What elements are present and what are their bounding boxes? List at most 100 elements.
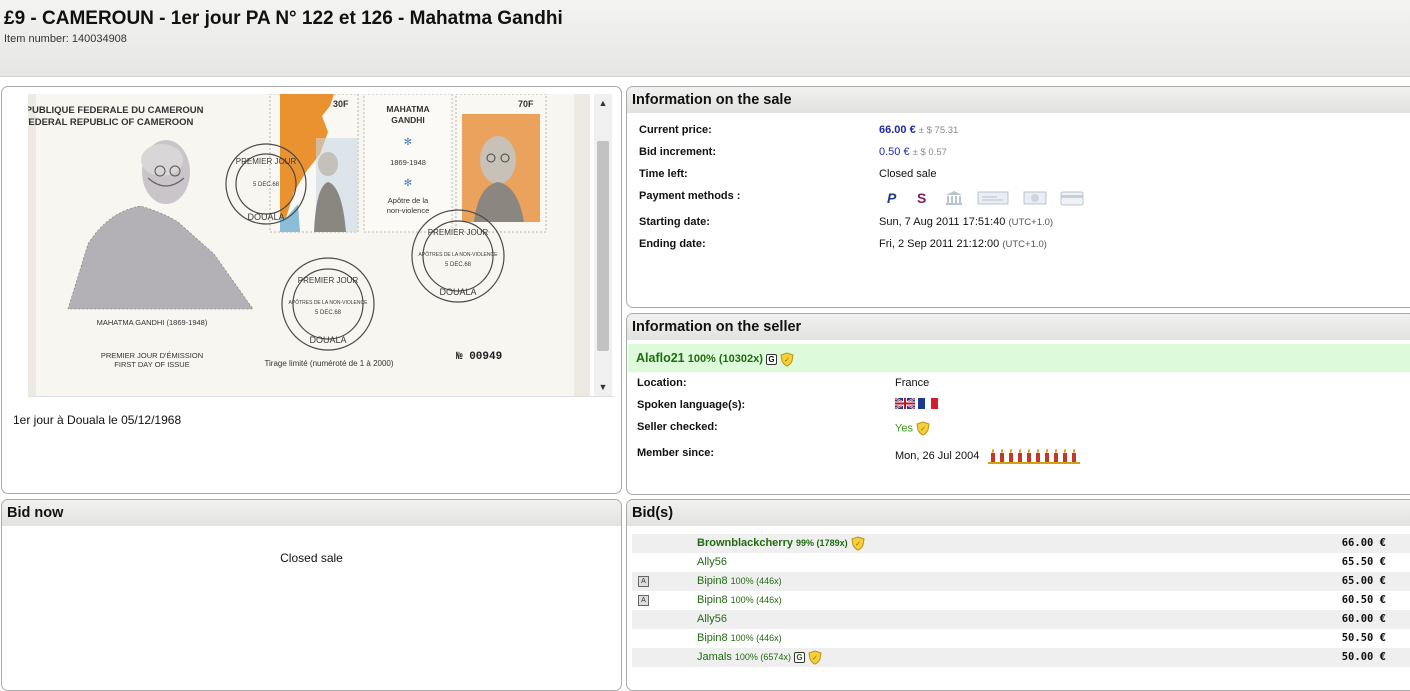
bidder-link[interactable]: Ally56 [697,610,727,629]
ending-date: Fri, 2 Sep 2011 21:12:00 [879,238,1000,250]
languages-label: Spoken language(s): [637,399,746,411]
svg-text:PREMIER JOUR: PREMIER JOUR [236,157,297,166]
bids-panel: Bid(s) Brownblackcherry 99% (1789x) ✓ 66.… [626,499,1410,691]
bid-amount: 50.00 € [1341,651,1386,663]
auto-bid-icon: A [638,576,649,587]
bid-row: Ally56 65.50 € [632,553,1410,572]
bid-row: A Bipin8 100% (446x) 65.00 € [632,572,1410,591]
bidder-rating: 99% (1789x) [796,538,848,548]
bid-row: Brownblackcherry 99% (1789x) ✓ 66.00 € [632,534,1410,553]
bidder-name[interactable]: Bipin8 [697,594,728,606]
closed-sale-message: Closed sale [280,551,343,565]
g-badge-icon: G [794,651,806,663]
location-label: Location: [637,377,687,389]
shield-icon: ✓ [808,650,822,665]
scan-serial: № 00949 [456,351,502,363]
bidder-name[interactable]: Jamals [697,651,732,663]
first-day-cover-image[interactable]: RÉPUBLIQUE FEDERALE DU CAMEROUN FEDERAL … [28,94,590,396]
bidder-link[interactable]: Brownblackcherry 99% (1789x) ✓ [697,534,865,553]
bidder-name[interactable]: Brownblackcherry [697,537,793,549]
bid-amount: 50.50 € [1341,632,1386,644]
stamp-right-value: 70F [518,99,534,109]
svg-text:✓: ✓ [784,356,790,364]
current-price: 66.00 € [879,124,916,136]
sale-info-title: Information on the sale [627,87,1410,113]
bid-row: Ally56 60.00 € [632,610,1410,629]
scan-middle-motto-2: non-violence [387,206,430,215]
scroll-thumb[interactable] [597,141,609,351]
starting-date-tz: (UTC+1.0) [1008,217,1054,228]
bidder-name[interactable]: Ally56 [697,556,727,568]
scan-middle-motto-1: Apôtre de la [388,196,429,205]
languages-value [894,397,939,412]
bidder-name[interactable]: Bipin8 [697,632,728,644]
member-since-value: Mon, 26 Jul 2004 [895,447,1081,465]
stamp-center-label: MAHATMA GANDHI ✻ 1869-1948 ✻ Apôtre de l… [363,94,453,233]
svg-text:✓: ✓ [812,654,818,662]
cheque-icon [977,190,1009,211]
shield-icon: ✓ [851,536,865,551]
bidder-link[interactable]: Ally56 [697,553,727,572]
bid-increment-value: 0.50 € ± $ 0.57 [879,146,947,158]
bids-title: Bid(s) [627,500,1410,526]
item-image-panel: RÉPUBLIQUE FEDERALE DU CAMEROUN FEDERAL … [1,86,622,494]
bid-amount: 65.50 € [1341,556,1386,568]
bid-now-title: Bid now [2,500,621,526]
scan-first-day-en: FIRST DAY OF ISSUE [114,360,189,369]
seller-checked-yes: Yes [895,422,913,435]
g-badge-icon: G [766,353,777,365]
bidder-name[interactable]: Bipin8 [697,575,728,587]
svg-text:P: P [887,190,897,206]
bid-increment-usd: ± $ 0.57 [912,147,947,158]
svg-text:5 DEC.68: 5 DEC.68 [445,262,472,268]
seller-name-link[interactable]: Alaflo21 [636,351,685,365]
bid-now-panel: Bid now Closed sale [1,499,622,691]
scan-middle-name-2: GANDHI [391,115,425,125]
seller-info-title: Information on the seller [627,314,1410,340]
scan-republic-en: FEDERAL REPUBLIC OF CAMEROON [28,117,194,128]
svg-text:✓: ✓ [920,425,926,433]
member-since-label: Member since: [637,447,715,459]
bidder-link[interactable]: Bipin8 100% (446x) [697,591,782,610]
shield-icon: ✓ [916,421,930,436]
card-icon [1060,190,1084,211]
seller-checked-value: Yes ✓ [895,421,930,436]
bidder-name[interactable]: Ally56 [697,613,727,625]
item-number: Item number: 140034908 [4,33,127,45]
bidder-link[interactable]: Bipin8 100% (446x) [697,629,782,648]
current-price-value: 66.00 € ± $ 75.31 [879,124,958,136]
bank-icon [944,190,964,211]
bid-amount: 65.00 € [1341,575,1386,587]
image-viewer: RÉPUBLIQUE FEDERALE DU CAMEROUN FEDERAL … [28,94,614,397]
svg-text:5 DEC.68: 5 DEC.68 [253,182,280,188]
page-header: £9 - CAMEROUN - 1er jour PA N° 122 et 12… [0,0,1410,77]
seller-bar: Alaflo21 100% (10302x) G ✓ [628,344,1410,372]
scan-portrait-caption: MAHATMA GANDHI (1869-1948) [97,318,208,327]
paypal-icon: P [885,190,901,211]
svg-text:5 DEC.68: 5 DEC.68 [315,310,342,316]
svg-text:APÔTRES DE LA NON-VIOLENCE: APÔTRES DE LA NON-VIOLENCE [289,299,369,306]
scan-first-day-fr: PREMIER JOUR D'ÉMISSION [101,351,203,360]
bidder-rating: 100% (6574x) [734,652,791,662]
sale-info-panel: Information on the sale Current price: 6… [626,86,1410,308]
bidder-link[interactable]: Bipin8 100% (446x) [697,572,782,591]
time-left-value: Closed sale [879,168,937,180]
image-caption: 1er jour à Douala le 05/12/1968 [13,413,182,427]
scroll-down-icon[interactable]: ▼ [594,378,612,396]
bidder-link[interactable]: Jamals 100% (6574x) G ✓ [697,648,822,667]
svg-text:✻: ✻ [404,178,412,189]
skrill-icon: S [914,190,930,211]
scroll-up-icon[interactable]: ▲ [594,94,612,112]
bid-row: A Bipin8 100% (446x) 60.50 € [632,591,1410,610]
seller-rating: 100% (10302x) [687,353,763,365]
scan-middle-years: 1869-1948 [390,158,426,167]
scan-republic-fr: RÉPUBLIQUE FEDERALE DU CAMEROUN [28,105,204,116]
seller-checked-label: Seller checked: [637,421,718,433]
current-price-usd: ± $ 75.31 [918,125,959,136]
svg-text:✓: ✓ [855,540,861,548]
time-left-label: Time left: [639,168,688,180]
bid-increment-label: Bid increment: [639,146,717,158]
image-scrollbar[interactable]: ▲ ▼ [594,94,612,396]
uk-flag-icon [894,397,916,410]
seller-info-panel: Information on the seller Alaflo21 100% … [626,313,1410,495]
